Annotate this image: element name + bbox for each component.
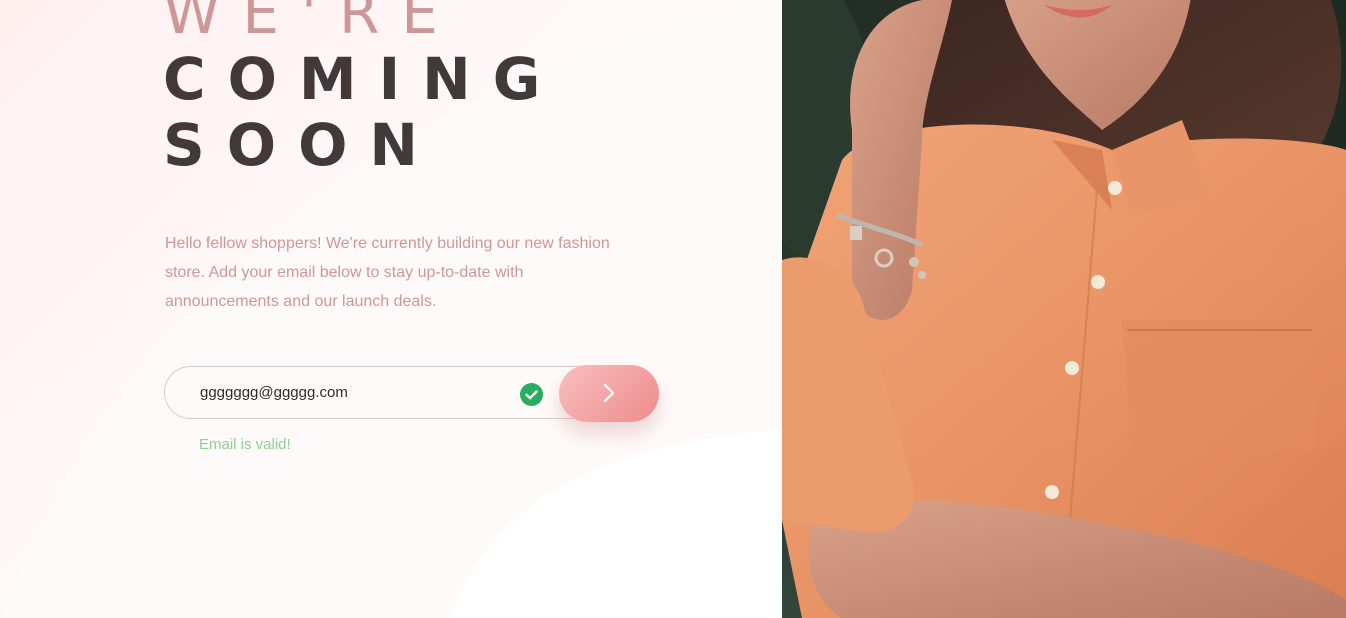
submit-button[interactable] bbox=[559, 365, 659, 422]
content-panel: We're coming soon Hello fellow shoppers!… bbox=[0, 0, 782, 618]
headline-line-3: soon bbox=[163, 111, 440, 179]
check-circle-icon bbox=[520, 383, 543, 406]
headline-line-2: coming bbox=[163, 45, 563, 113]
hero-photo bbox=[782, 0, 1346, 618]
page: We're coming soon Hello fellow shoppers!… bbox=[0, 0, 1346, 618]
hero-description: Hello fellow shoppers! We're currently b… bbox=[165, 235, 610, 310]
headline-line-1: We're bbox=[163, 0, 460, 47]
arrow-right-icon bbox=[603, 383, 615, 403]
page-headline: We're coming soon bbox=[163, 0, 562, 178]
hero-image bbox=[782, 0, 1346, 618]
validation-message: Email is valid! bbox=[199, 436, 291, 453]
email-signup-form bbox=[164, 365, 659, 422]
